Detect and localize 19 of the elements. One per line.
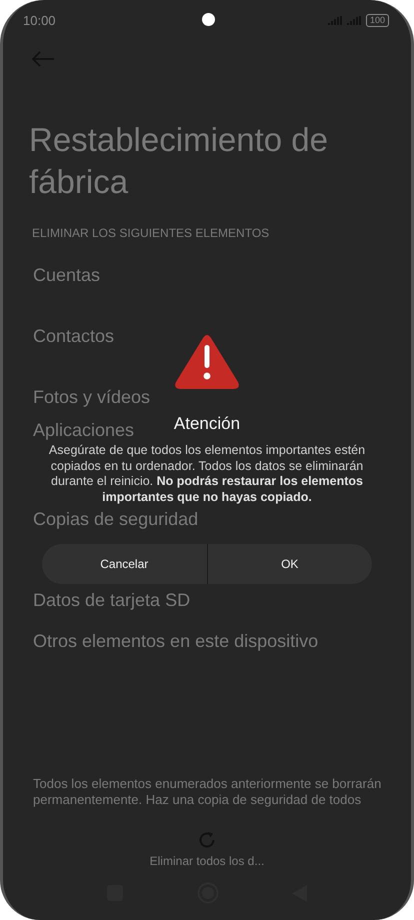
list-item: Datos de tarjeta SD <box>33 589 190 612</box>
reset-all-label[interactable]: Eliminar todos los d... <box>150 854 264 868</box>
section-header: ELIMINAR LOS SIGUIENTES ELEMENTOS <box>32 226 270 240</box>
list-item: Copias de seguridad <box>33 508 198 531</box>
list-item: Otros elementos en este dispositivo <box>33 630 318 653</box>
list-item: Fotos y vídeos <box>33 386 150 409</box>
footer-note: Todos los elementos enumerados anteriormente se borrarán permanentemente. Haz una copia de seguridad de todos <box>32 776 382 808</box>
dialog-message: Asegúrate de que todos los elementos importantes estén copiados en tu ordenador. Todos los datos se eliminarán durante el reinicio. No podrás restaurar los elementos importantes que no hayas copiado. <box>48 443 366 505</box>
battery-level: 100 <box>366 14 389 26</box>
list-item: Cuentas <box>33 264 100 287</box>
ok-button[interactable]: OK <box>208 544 372 584</box>
status-time: 10:00 <box>23 12 56 28</box>
page-title: Restablecimiento de fábrica <box>29 120 329 202</box>
camera-dot <box>202 13 215 26</box>
cancel-button[interactable]: Cancelar <box>42 544 206 584</box>
warning-icon <box>174 334 240 390</box>
dialog-title: Atención <box>174 414 240 434</box>
list-item: Aplicaciones <box>33 419 134 442</box>
list-item: Contactos <box>33 325 114 348</box>
